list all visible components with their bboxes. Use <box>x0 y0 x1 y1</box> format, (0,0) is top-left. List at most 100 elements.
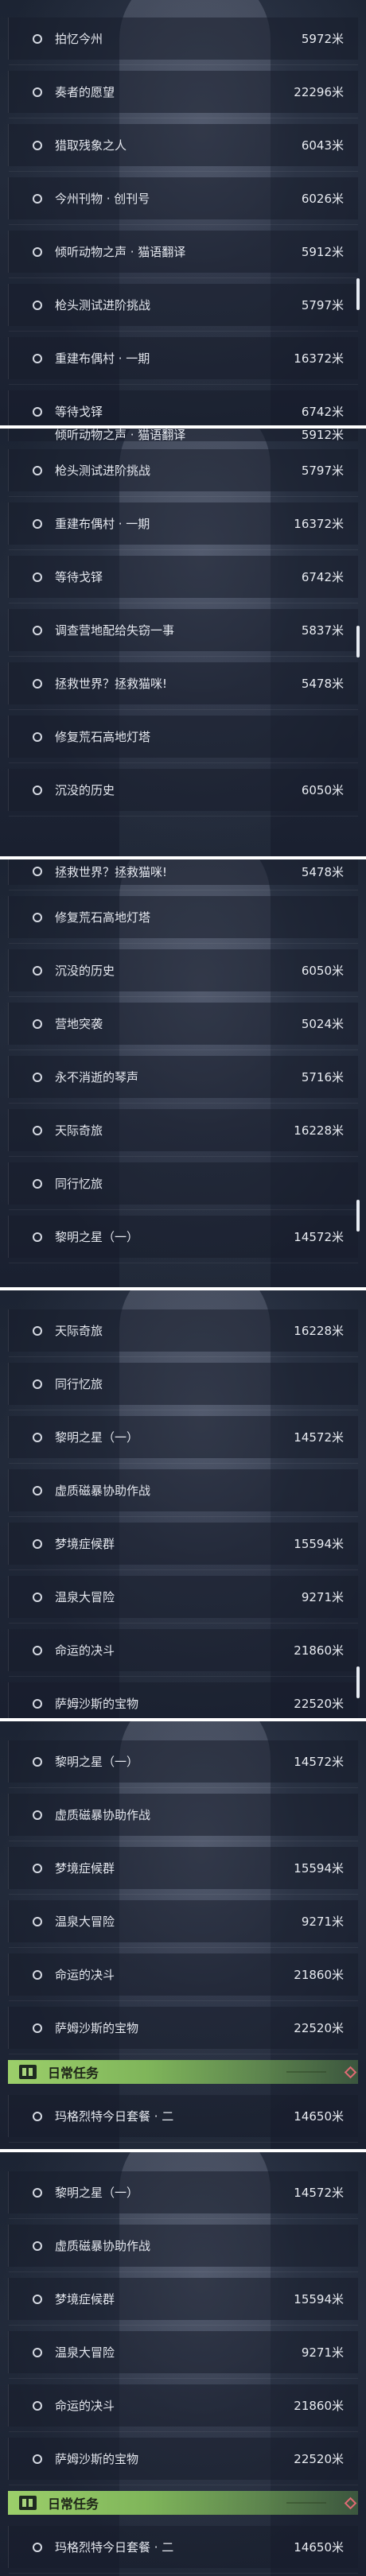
quest-row[interactable]: 等待戈铎 6742米 <box>8 390 358 425</box>
quest-distance: 5478米 <box>301 864 344 879</box>
quest-row[interactable]: 黎明之星（一） 14572米 <box>8 1216 358 1263</box>
quest-row[interactable]: 枪头测试进阶挑战 5797米 <box>8 449 358 497</box>
quest-row[interactable]: 重建布偶村 · 一期 16372米 <box>8 502 358 550</box>
quest-list-panel-3: 拯救世界？拯救猫咪! 5478米 修复荒石高地灯塔 沉没的历史 6050米 营地突袭… <box>0 858 366 1287</box>
quest-row[interactable]: 温泉大冒险 9271米 <box>8 1900 358 1948</box>
quest-row[interactable]: 倾听动物之声 · 猫语翻译 5912米 <box>8 427 358 441</box>
circle-icon <box>33 912 42 922</box>
quest-name: 修复荒石高地灯塔 <box>55 730 151 744</box>
quest-row[interactable]: 拍忆今州 5972米 <box>8 17 358 65</box>
screenshot-divider <box>0 425 366 429</box>
quest-row[interactable]: 天际奇旅 16228米 <box>8 1109 358 1157</box>
quest-name: 虚质磁暴协助作战 <box>55 1808 151 1822</box>
quest-name: 温泉大冒险 <box>55 1590 115 1604</box>
circle-icon <box>33 1018 42 1029</box>
quest-row[interactable]: 调查营地配给失窃一事 5837米 <box>8 609 358 657</box>
circle-icon <box>33 1810 42 1820</box>
quest-row[interactable]: 同行忆旅 <box>8 1363 358 1410</box>
quest-distance: 21860米 <box>294 1643 344 1658</box>
quest-row[interactable]: 虚质磁暴协助作战 <box>8 1794 358 1841</box>
quest-distance: 14572米 <box>294 2186 344 2200</box>
quest-name: 永不消逝的琴声 <box>55 1070 139 1084</box>
quest-row[interactable]: 命运的决斗 21860米 <box>8 1629 358 1677</box>
quest-row[interactable]: 同行忆旅 <box>8 1162 358 1210</box>
quest-distance: 15594米 <box>294 1861 344 1876</box>
quest-name: 倾听动物之声 · 猫语翻译 <box>55 427 186 442</box>
quest-distance: 15594米 <box>294 2292 344 2306</box>
quest-row[interactable]: 永不消逝的琴声 5716米 <box>8 1056 358 1104</box>
quest-row[interactable]: 枪头测试进阶挑战 5797米 <box>8 284 358 332</box>
circle-icon <box>33 1232 42 1242</box>
quest-row[interactable]: 虚质磁暴协助作战 <box>8 2225 358 2272</box>
quest-row[interactable]: 拯救世界？拯救猫咪! 5478米 <box>8 662 358 710</box>
circle-icon <box>33 731 42 742</box>
circle-icon <box>33 1125 42 1135</box>
quest-list-panel-1: 拍忆今州 5972米 奏者的愿望 22296米 猎取残象之人 6043米 今州刊物 ·… <box>0 0 366 425</box>
circle-icon <box>33 1538 42 1549</box>
quest-distance: 22296米 <box>294 85 344 99</box>
quest-row[interactable]: 黎明之星（一） 14572米 <box>8 1416 358 1464</box>
diamond-marker-icon <box>344 2496 357 2510</box>
quest-row[interactable]: 萨姆沙斯的宝物 22520米 <box>8 1682 358 1718</box>
quest-distance: 6043米 <box>301 138 344 153</box>
quest-row[interactable]: 黎明之星（一） 14572米 <box>8 2171 358 2219</box>
quest-row[interactable]: 猎取残象之人 6043米 <box>8 124 358 172</box>
quest-row[interactable]: 萨姆沙斯的宝物 22520米 <box>8 2438 358 2485</box>
quest-row[interactable]: 命运的决斗 21860米 <box>8 1953 358 2001</box>
quest-row[interactable]: 梦境症候群 15594米 <box>8 1847 358 1895</box>
quest-row[interactable]: 重建布偶村 · 一期 16372米 <box>8 337 358 385</box>
quest-row[interactable]: 天际奇旅 16228米 <box>8 1309 358 1357</box>
quest-name: 枪头测试进阶挑战 <box>55 464 151 478</box>
quest-name: 拯救世界？拯救猫咪! <box>55 864 168 879</box>
quest-row[interactable]: 温泉大冒险 9271米 <box>8 2331 358 2379</box>
scrollbar-thumb[interactable] <box>356 626 360 658</box>
screenshot-divider <box>0 856 366 859</box>
circle-icon <box>33 625 42 635</box>
quest-row[interactable]: 倾听动物之声 · 猫语翻译 5912米 <box>8 231 358 278</box>
quest-row[interactable]: 梦境症候群 15594米 <box>8 2278 358 2326</box>
circle-icon <box>33 33 42 44</box>
quest-row[interactable]: 萨姆沙斯的宝物 22520米 <box>8 2007 358 2054</box>
quest-row[interactable]: 修复荒石高地灯塔 <box>8 716 358 763</box>
quest-row[interactable]: 修复荒石高地灯塔 <box>8 896 358 944</box>
daily-quest-row[interactable]: 玛格烈特今日套餐 · 二 14650米 <box>8 2095 358 2143</box>
quest-name: 黎明之星（一） <box>55 1230 139 1244</box>
circle-icon <box>33 2294 42 2304</box>
quest-distance: 14572米 <box>294 1755 344 1769</box>
quest-distance: 22520米 <box>294 1697 344 1711</box>
quest-name: 虚质磁暴协助作战 <box>55 1484 151 1498</box>
circle-icon <box>33 1592 42 1602</box>
quest-row[interactable]: 奏者的愿望 22296米 <box>8 71 358 118</box>
circle-icon <box>33 1379 42 1389</box>
quest-row[interactable]: 今州刊物 · 创刊号 6026米 <box>8 177 358 225</box>
quest-distance: 5912米 <box>301 245 344 259</box>
quest-distance: 6742米 <box>301 405 344 419</box>
quest-row[interactable]: 梦境症候群 15594米 <box>8 1523 358 1570</box>
quest-row[interactable]: 沉没的历史 6050米 <box>8 769 358 817</box>
quest-row[interactable]: 命运的决斗 21860米 <box>8 2384 358 2432</box>
quest-row[interactable]: 拯救世界？拯救猫咪! 5478米 <box>8 858 358 890</box>
scrollbar-thumb[interactable] <box>356 278 360 310</box>
circle-icon <box>33 785 42 795</box>
circle-icon <box>33 1863 42 1873</box>
quest-name: 重建布偶村 · 一期 <box>55 517 150 531</box>
circle-icon <box>33 1698 42 1709</box>
quest-name: 梦境症候群 <box>55 2292 115 2306</box>
scrollbar-thumb[interactable] <box>356 1666 360 1698</box>
scrollbar-thumb[interactable] <box>356 1200 360 1232</box>
quest-name: 营地突袭 <box>55 1017 103 1031</box>
quest-name: 天际奇旅 <box>55 1324 103 1338</box>
quest-distance: 5024米 <box>301 1017 344 1031</box>
quest-row[interactable]: 虚质磁暴协助作战 <box>8 1469 358 1517</box>
quest-row[interactable]: 营地突袭 5024米 <box>8 1003 358 1050</box>
quest-distance: 16372米 <box>294 351 344 366</box>
quest-row[interactable]: 黎明之星（一） 14572米 <box>8 1740 358 1788</box>
quest-row[interactable]: 沉没的历史 6050米 <box>8 949 358 997</box>
quest-name: 等待戈铎 <box>55 405 103 419</box>
circle-icon <box>33 2240 42 2251</box>
quest-distance: 6742米 <box>301 570 344 584</box>
quest-row[interactable]: 温泉大冒险 9271米 <box>8 1576 358 1624</box>
daily-quest-row[interactable]: 玛格烈特今日套餐 · 二 14650米 <box>8 2526 358 2574</box>
quest-row[interactable]: 等待戈铎 6742米 <box>8 556 358 603</box>
quest-distance: 9271米 <box>301 1590 344 1604</box>
